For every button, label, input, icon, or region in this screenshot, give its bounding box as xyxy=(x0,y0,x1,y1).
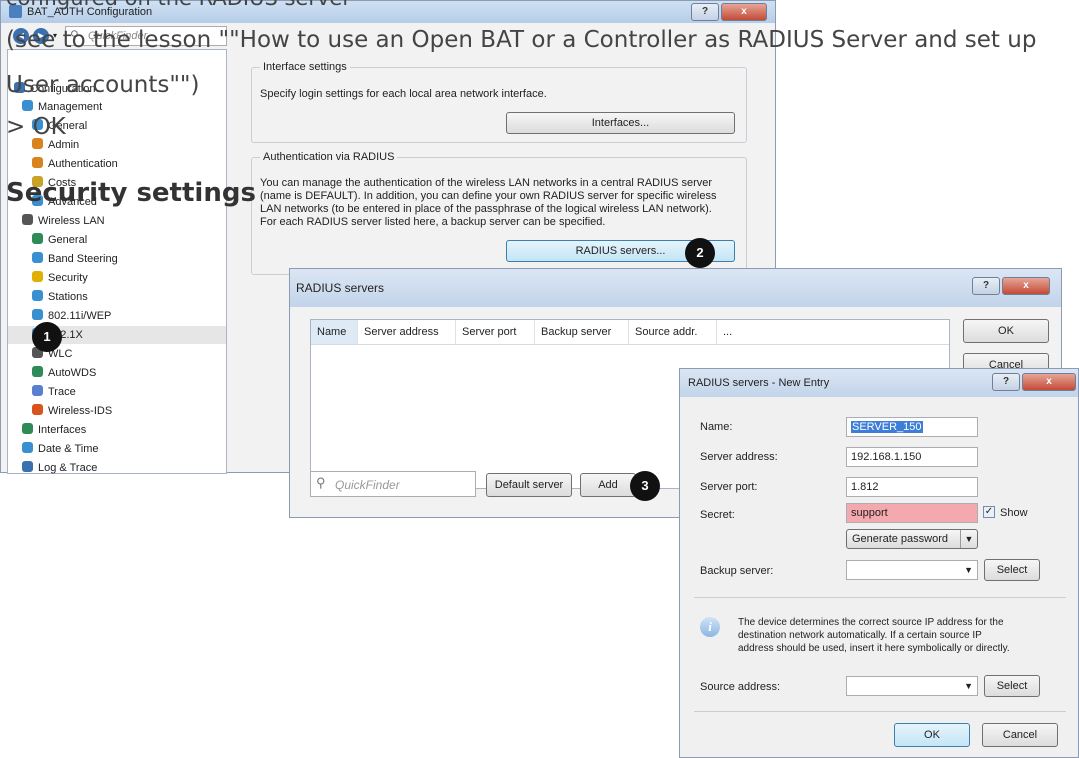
source-address-label: Source address: xyxy=(700,681,781,693)
col-server-address[interactable]: Server address xyxy=(358,320,456,344)
server-address-field[interactable]: 192.168.1.150 xyxy=(846,447,978,467)
col-source-addr[interactable]: Source addr. xyxy=(629,320,717,344)
generate-password-label: Generate password xyxy=(852,533,948,545)
radius-ok-button[interactable]: OK xyxy=(963,319,1049,343)
wep-icon xyxy=(32,309,43,320)
radius-help-button[interactable]: ? xyxy=(972,277,1000,295)
backup-select-button[interactable]: Select xyxy=(984,559,1040,581)
config-tree: Configuration Management General Admin A… xyxy=(7,49,227,474)
info-text-3: address should be used, insert it here s… xyxy=(738,643,1010,654)
info-icon: i xyxy=(700,617,720,637)
intro-line: configured on the RADIUS server xyxy=(6,0,351,10)
show-label: Show xyxy=(1000,507,1028,519)
trace-icon xyxy=(32,385,43,396)
tree-item-band-steering[interactable]: Band Steering xyxy=(32,250,118,268)
default-server-button[interactable]: Default server xyxy=(486,473,572,497)
generate-password-button[interactable]: Generate password ▼ xyxy=(846,529,978,549)
section-heading: Security settings xyxy=(6,178,256,208)
radius-close-button[interactable]: x xyxy=(1002,277,1050,295)
col-name[interactable]: Name xyxy=(311,320,358,344)
radius-quickfinder-placeholder: QuickFinder xyxy=(335,478,400,492)
separator xyxy=(694,597,1066,598)
col-backup-server[interactable]: Backup server xyxy=(535,320,629,344)
server-port-field[interactable]: 1.812 xyxy=(846,477,978,497)
interface-settings-group: Interface settings Specify login setting… xyxy=(251,61,747,143)
tree-item-security[interactable]: Security xyxy=(32,269,88,287)
tree-item-trace[interactable]: Trace xyxy=(32,383,76,401)
auth-radius-text-1: You can manage the authentication of the… xyxy=(260,177,713,189)
backup-server-label: Backup server: xyxy=(700,565,774,577)
source-select-button[interactable]: Select xyxy=(984,675,1040,697)
interfaces-button[interactable]: Interfaces... xyxy=(506,112,735,134)
source-address-select[interactable]: ▼ xyxy=(846,676,978,696)
name-label: Name: xyxy=(700,421,733,433)
new-entry-window: RADIUS servers - New Entry ? x Name: SER… xyxy=(679,368,1079,758)
info-text-1: The device determines the correct source… xyxy=(738,617,1004,628)
col-server-port[interactable]: Server port xyxy=(456,320,535,344)
auth-radius-text-2: (name is DEFAULT). In addition, you can … xyxy=(260,190,717,202)
separator xyxy=(694,711,1066,712)
secret-label: Secret: xyxy=(700,509,735,521)
clock-icon xyxy=(22,442,33,453)
entry-window-title: RADIUS servers - New Entry xyxy=(688,377,830,389)
tree-item-wireless-ids[interactable]: Wireless-IDS xyxy=(32,402,112,420)
callout-badge-1: 1 xyxy=(32,322,62,352)
tree-item-autowds[interactable]: AutoWDS xyxy=(32,364,96,382)
secret-field[interactable]: support xyxy=(846,503,978,523)
management-icon xyxy=(22,100,33,111)
entry-help-button[interactable]: ? xyxy=(992,373,1020,391)
authentication-icon xyxy=(32,157,43,168)
info-text-2: destination network automatically. If a … xyxy=(738,630,982,641)
chevron-down-icon: ▼ xyxy=(964,681,973,691)
name-value: SERVER_150 xyxy=(851,421,923,433)
close-button[interactable]: x xyxy=(721,3,767,21)
lesson-note-line-1: (see to the lesson ""How to use an Open … xyxy=(6,27,1037,53)
autowds-icon xyxy=(32,366,43,377)
chevron-down-icon: ▼ xyxy=(964,565,973,575)
tree-item-wlan-general[interactable]: General xyxy=(32,231,87,249)
auth-radius-group: Authentication via RADIUS You can manage… xyxy=(251,151,747,275)
col-more[interactable]: ... xyxy=(717,320,747,344)
search-icon: ⚲ xyxy=(316,475,326,490)
wlan-general-icon xyxy=(32,233,43,244)
backup-server-select[interactable]: ▼ xyxy=(846,560,978,580)
callout-badge-2: 2 xyxy=(685,238,715,268)
wireless-lan-icon xyxy=(22,214,33,225)
add-button[interactable]: Add xyxy=(580,473,636,497)
server-address-label: Server address: xyxy=(700,451,778,463)
tree-item-wireless-lan[interactable]: Wireless LAN xyxy=(22,212,105,230)
interface-settings-title: Interface settings xyxy=(260,61,350,73)
radius-list-header: Name Server address Server port Backup s… xyxy=(311,320,949,345)
show-checkbox[interactable]: ✓ xyxy=(983,506,995,518)
entry-title-bar: RADIUS servers - New Entry ? x xyxy=(680,369,1078,397)
lesson-note-line-2: User accounts"") xyxy=(6,72,200,98)
radius-quickfinder-input[interactable]: ⚲ QuickFinder xyxy=(310,471,476,497)
radius-window-title: RADIUS servers xyxy=(296,281,385,295)
band-steering-icon xyxy=(32,252,43,263)
chevron-down-icon: ▼ xyxy=(960,530,977,548)
entry-close-button[interactable]: x xyxy=(1022,373,1076,391)
ok-step: > OK xyxy=(6,114,66,140)
tree-item-stations[interactable]: Stations xyxy=(32,288,88,306)
radius-title-bar: RADIUS servers ? x xyxy=(290,269,1061,307)
tree-item-interfaces[interactable]: Interfaces xyxy=(22,421,86,439)
tree-item-log-trace[interactable]: Log & Trace xyxy=(22,459,97,477)
auth-radius-title: Authentication via RADIUS xyxy=(260,151,398,163)
lock-icon xyxy=(32,271,43,282)
server-port-label: Server port: xyxy=(700,481,758,493)
tree-item-authentication[interactable]: Authentication xyxy=(32,155,118,173)
help-button[interactable]: ? xyxy=(691,3,719,21)
auth-radius-text-4: For each RADIUS server listed here, a ba… xyxy=(260,216,606,228)
auth-radius-text-3: LAN networks (to be entered in place of … xyxy=(260,203,712,215)
interface-settings-text: Specify login settings for each local ar… xyxy=(260,88,547,100)
stations-icon xyxy=(32,290,43,301)
tree-item-date-time[interactable]: Date & Time xyxy=(22,440,99,458)
log-icon xyxy=(22,461,33,472)
entry-cancel-button[interactable]: Cancel xyxy=(982,723,1058,747)
wireless-ids-icon xyxy=(32,404,43,415)
entry-ok-button[interactable]: OK xyxy=(894,723,970,747)
interfaces-icon xyxy=(22,423,33,434)
callout-badge-3: 3 xyxy=(630,471,660,501)
name-field[interactable]: SERVER_150 xyxy=(846,417,978,437)
